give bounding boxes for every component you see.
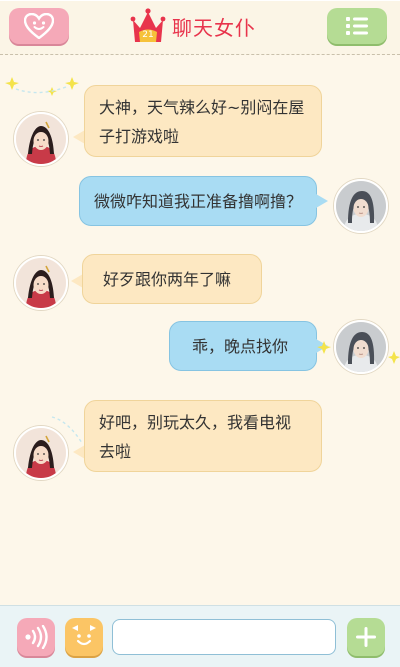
menu-button[interactable] xyxy=(327,8,387,44)
crown-icon xyxy=(130,8,166,42)
maid-avatar[interactable] xyxy=(14,112,68,166)
message-incoming: 好吧，别玩太久，我看电视 去啦 xyxy=(0,400,400,480)
profile-button[interactable] xyxy=(9,8,69,44)
message-bubble: 微微咋知道我正准备撸啊撸？ xyxy=(79,176,317,226)
add-button[interactable] xyxy=(347,618,385,656)
message-text-line: 大神，天气辣么好~别闷在屋 xyxy=(99,98,305,117)
message-text-line: 子打游戏啦 xyxy=(99,127,180,146)
page-title: 聊天女仆 xyxy=(172,15,256,40)
emoji-icon xyxy=(72,625,96,646)
message-text-line: 好吧，别玩太久，我看电视 xyxy=(99,413,292,432)
plus-icon xyxy=(356,627,376,647)
crown-badge: 21 xyxy=(130,6,166,46)
message-incoming: 大神，天气辣么好~别闷在屋 子打游戏啦 xyxy=(0,85,400,166)
message-bubble: 好歹跟你两年了嘛 xyxy=(82,254,262,304)
maid-avatar[interactable] xyxy=(14,256,68,310)
message-incoming: 好歹跟你两年了嘛 xyxy=(0,254,400,314)
menu-icon xyxy=(346,17,368,35)
message-text-line: 微微咋知道我正准备撸啊撸？ xyxy=(94,192,303,211)
message-outgoing: 微微咋知道我正准备撸啊撸？ xyxy=(0,176,400,236)
voice-button[interactable] xyxy=(17,618,55,656)
title-group: 21 聊天女仆 xyxy=(130,6,256,46)
chat-area[interactable]: 大神，天气辣么好~别闷在屋 子打游戏啦 微微咋知道我正准备撸啊撸？ 好歹跟你两年… xyxy=(0,55,400,605)
message-text-line: 去啦 xyxy=(99,442,132,461)
message-text-line: 好歹跟你两年了嘛 xyxy=(103,270,232,289)
voice-icon xyxy=(25,625,48,649)
top-bar: 21 聊天女仆 xyxy=(0,0,400,55)
maid-avatar[interactable] xyxy=(14,426,68,480)
heart-face-icon xyxy=(24,13,54,39)
crown-number: 21 xyxy=(142,30,154,40)
user-avatar[interactable] xyxy=(334,179,388,233)
message-bubble: 好吧，别玩太久，我看电视 去啦 xyxy=(84,400,322,472)
message-bubble: 乖，晚点找你 xyxy=(169,321,317,371)
message-text-line: 乖，晚点找你 xyxy=(192,337,289,356)
input-bar xyxy=(0,605,400,667)
message-bubble: 大神，天气辣么好~别闷在屋 子打游戏啦 xyxy=(84,85,322,157)
sparkle-decoration-icon xyxy=(317,341,400,364)
emoji-button[interactable] xyxy=(65,618,103,656)
message-input[interactable] xyxy=(112,619,336,655)
